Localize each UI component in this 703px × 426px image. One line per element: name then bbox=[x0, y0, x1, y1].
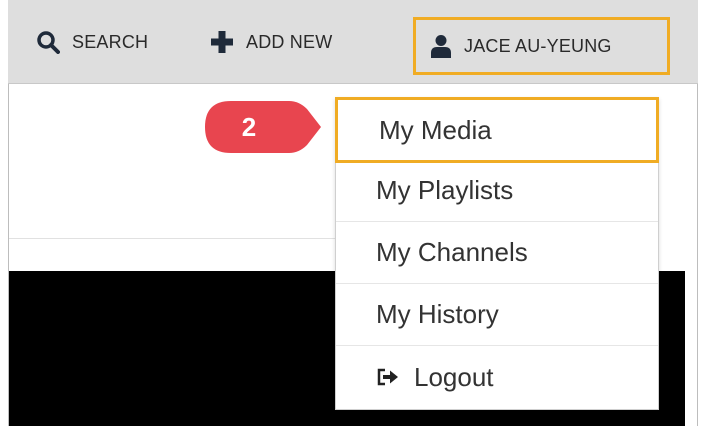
menu-item-logout[interactable]: Logout bbox=[336, 346, 658, 408]
step-number: 2 bbox=[241, 111, 257, 142]
menu-item-my-playlists[interactable]: My Playlists bbox=[336, 160, 658, 222]
menu-item-my-history[interactable]: My History bbox=[336, 284, 658, 346]
user-menu-button[interactable]: JACE AU-YEUNG bbox=[413, 17, 670, 75]
user-dropdown-menu: My Media My Playlists My Channels My His… bbox=[335, 97, 659, 410]
menu-item-label: My Channels bbox=[376, 237, 528, 267]
user-icon bbox=[430, 34, 452, 58]
add-new-button[interactable]: ADD NEW bbox=[210, 0, 332, 84]
menu-item-my-media[interactable]: My Media bbox=[335, 97, 659, 163]
menu-item-label: My Playlists bbox=[376, 175, 514, 205]
menu-item-label: My History bbox=[376, 299, 499, 329]
search-icon bbox=[36, 30, 60, 54]
search-label: SEARCH bbox=[72, 32, 149, 52]
search-button[interactable]: SEARCH bbox=[36, 0, 148, 84]
menu-item-my-channels[interactable]: My Channels bbox=[336, 222, 658, 284]
add-new-label: ADD NEW bbox=[246, 32, 333, 52]
plus-icon bbox=[210, 30, 234, 54]
menu-item-label: Logout bbox=[414, 361, 494, 392]
content-divider bbox=[9, 238, 335, 239]
user-name-label: JACE AU-YEUNG bbox=[464, 36, 612, 56]
menu-item-label: My Media bbox=[379, 114, 492, 145]
logout-icon bbox=[376, 367, 400, 387]
